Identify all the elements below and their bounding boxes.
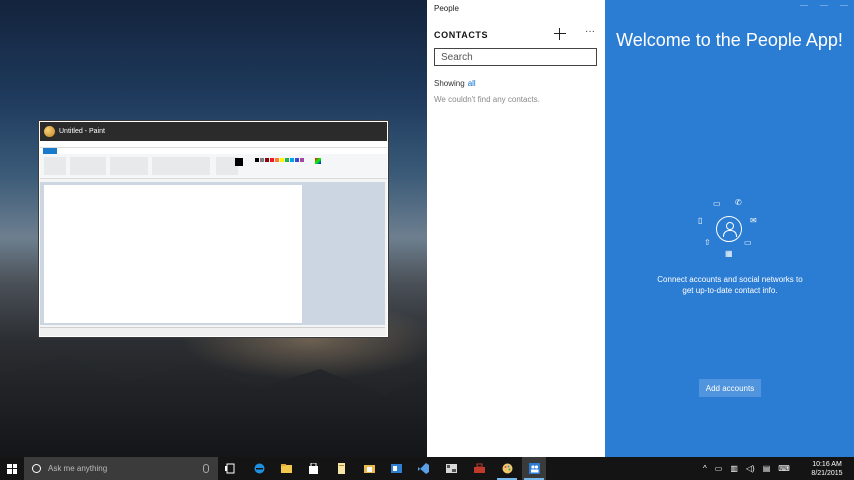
people-contacts-pane: People CONTACTS ··· Showingall We couldn… (427, 0, 605, 457)
contacts-header: CONTACTS (434, 30, 489, 40)
phone-icon: ✆ (735, 198, 742, 207)
palette-swatch (260, 158, 264, 162)
paint-canvas-area (40, 182, 385, 325)
close-button[interactable] (840, 5, 848, 6)
person-icon (716, 216, 742, 242)
outlook-icon (390, 464, 402, 473)
edge-icon (254, 463, 264, 474)
palette-swatch (290, 158, 294, 162)
taskbar-store[interactable] (301, 457, 325, 480)
taskbar-folder[interactable] (357, 457, 381, 480)
taskbar-toolbox[interactable] (467, 457, 491, 480)
folder-icon (363, 465, 375, 473)
welcome-pane: Welcome to the People App! ▭ ✆ ▯ ✉ ⇧ ▭ ▦… (605, 0, 854, 457)
paint-quick-access-toolbar (40, 141, 387, 148)
cortana-icon (32, 464, 41, 473)
battery-icon[interactable]: ▥ (730, 464, 738, 473)
add-accounts-button[interactable]: Add accounts (699, 379, 761, 397)
palette-swatch (280, 158, 284, 162)
visual-studio-icon (417, 463, 429, 474)
task-view-button[interactable] (218, 457, 242, 480)
video-icon: ▭ (744, 238, 752, 247)
windows-logo-icon (7, 463, 17, 474)
system-tray: ^ ▭ ▥ ◁) ▤ ⌨ (703, 457, 796, 480)
clock-time: 10:16 AM (812, 461, 842, 468)
taskbar-app[interactable] (439, 457, 463, 480)
clock-date: 8/21/2015 (811, 470, 843, 477)
showing-label: Showing (434, 79, 465, 88)
empty-contacts-message: We couldn't find any contacts. (434, 95, 540, 104)
palette-swatch (300, 158, 304, 162)
paint-window-thumbnail[interactable]: Untitled - Paint (39, 121, 388, 337)
file-explorer-icon (280, 464, 292, 473)
toolbox-icon (473, 463, 485, 473)
taskbar-documents[interactable] (329, 457, 353, 480)
taskbar-paint[interactable] (495, 457, 519, 480)
documents-icon (337, 463, 345, 474)
maximize-button[interactable] (820, 5, 828, 6)
palette-swatch (285, 158, 289, 162)
people-icon (528, 463, 540, 474)
app-icon (445, 464, 457, 473)
paint-app-icon (44, 126, 55, 137)
volume-icon[interactable]: ◁) (746, 464, 755, 473)
action-center-icon[interactable]: ▤ (763, 464, 771, 473)
filter-link[interactable]: all (468, 79, 476, 88)
taskbar-people[interactable] (522, 457, 546, 480)
calendar-icon: ▦ (725, 249, 733, 258)
minimize-button[interactable] (800, 5, 808, 6)
palette-swatch (270, 158, 274, 162)
paint-statusbar (40, 327, 385, 336)
screen-icon: ▯ (698, 216, 703, 225)
clock[interactable]: 10:16 AM 8/21/2015 (810, 460, 844, 478)
show-desktop-button[interactable] (848, 457, 854, 480)
paint-edit-colors-icon (315, 158, 321, 164)
paint-color1-swatch (235, 158, 243, 166)
network-icon[interactable]: ▭ (715, 464, 723, 473)
welcome-title: Welcome to the People App! (616, 30, 843, 50)
paint-titlebar[interactable]: Untitled - Paint (40, 122, 387, 141)
cortana-search-box[interactable]: Ask me anything (24, 457, 218, 480)
add-contact-button[interactable] (553, 27, 567, 41)
palette-swatch (295, 158, 299, 162)
show-hidden-icons-icon[interactable]: ^ (703, 464, 707, 473)
start-button[interactable] (0, 457, 24, 480)
taskbar-edge[interactable] (247, 457, 271, 480)
app-title: People (434, 4, 459, 13)
taskbar-outlook[interactable] (384, 457, 408, 480)
palette-swatch (265, 158, 269, 162)
paint-tools-group (110, 157, 148, 175)
palette-swatch (255, 158, 259, 162)
search-input[interactable] (434, 48, 597, 66)
more-options-button[interactable]: ··· (585, 26, 595, 37)
microphone-icon[interactable] (203, 464, 209, 473)
paint-canvas (44, 185, 302, 323)
taskbar-visual-studio[interactable] (411, 457, 435, 480)
paint-ribbon (40, 154, 387, 179)
taskbar-file-explorer[interactable] (274, 457, 298, 480)
welcome-description: Connect accounts and social networks to … (657, 275, 803, 295)
chat-icon: ▭ (713, 199, 721, 208)
mail-icon: ✉ (750, 216, 757, 225)
filter-status: Showing all (434, 79, 476, 88)
palette-swatch (275, 158, 279, 162)
paint-clipboard-group (44, 157, 66, 175)
upload-icon: ⇧ (704, 238, 711, 247)
store-icon (308, 463, 318, 474)
paint-image-group (70, 157, 106, 175)
paint-shapes-group (152, 157, 210, 175)
taskbar: Ask me anything ^ ▭ ▥ ◁) ▤ ⌨ 10:16 AM 8/… (0, 457, 854, 480)
paint-window-title: Untitled - Paint (59, 128, 105, 135)
window-controls (794, 0, 854, 12)
cortana-placeholder: Ask me anything (48, 464, 108, 473)
social-icon-cluster: ▭ ✆ ▯ ✉ ⇧ ▭ ▦ (694, 195, 764, 265)
task-view-icon (224, 463, 234, 474)
keyboard-icon[interactable]: ⌨ (778, 464, 790, 473)
paint-icon (502, 463, 512, 474)
